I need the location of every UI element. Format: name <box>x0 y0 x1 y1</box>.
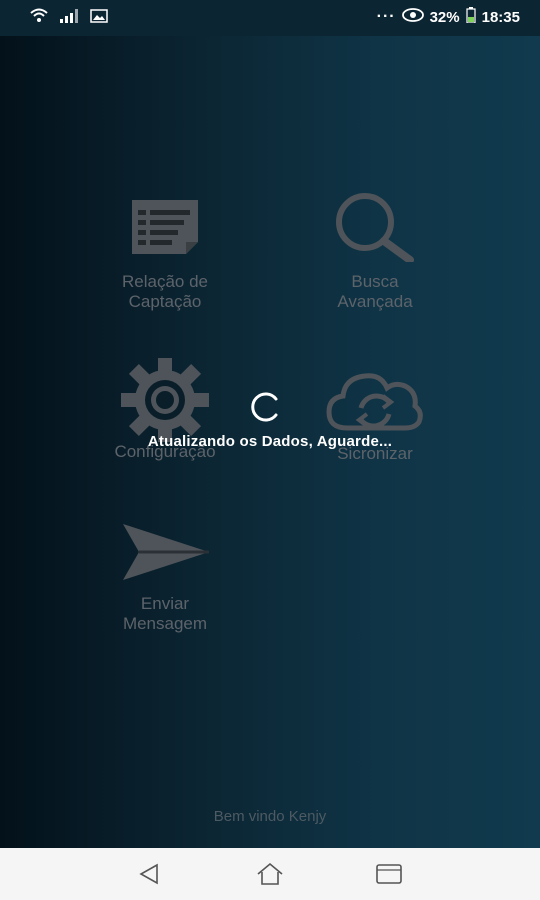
menu-item-enviar-mensagem[interactable]: Enviar Mensagem <box>100 520 230 634</box>
recent-apps-button[interactable] <box>374 860 404 888</box>
signal-icon <box>60 9 78 28</box>
search-icon <box>310 192 440 262</box>
menu-label-relacao-captacao: Relação de Captação <box>121 272 208 311</box>
home-screen: Relação de Captação Busca Avançada Confi… <box>0 36 540 848</box>
status-bar: ··· 32% 18:35 <box>0 0 540 36</box>
battery-percent: 32% <box>429 8 460 26</box>
image-notification-icon <box>90 9 108 28</box>
home-button[interactable] <box>255 860 285 888</box>
send-icon <box>100 520 230 584</box>
more-notifications-dots: ··· <box>376 8 396 25</box>
eye-icon <box>401 8 424 26</box>
menu-item-busca-avancada[interactable]: Busca Avançada <box>310 192 440 312</box>
loading-spinner-icon <box>248 390 282 424</box>
back-button[interactable] <box>134 860 164 888</box>
cloud-sync-icon <box>315 368 435 440</box>
battery-icon <box>466 7 476 27</box>
menu-label-busca-avancada: Busca Avançada <box>337 272 413 311</box>
navigation-bar <box>0 848 540 900</box>
welcome-message: Bem vindo Kenjy <box>213 808 327 825</box>
list-document-icon <box>100 196 230 256</box>
menu-label-enviar-mensagem: Enviar Mensagem <box>122 594 208 633</box>
wifi-icon <box>30 8 48 29</box>
clock-time: 18:35 <box>481 8 520 26</box>
gear-icon <box>95 358 235 442</box>
menu-item-relacao-captacao[interactable]: Relação de Captação <box>100 196 230 312</box>
loading-message: Atualizando os Dados, Aguarde... <box>147 433 393 450</box>
